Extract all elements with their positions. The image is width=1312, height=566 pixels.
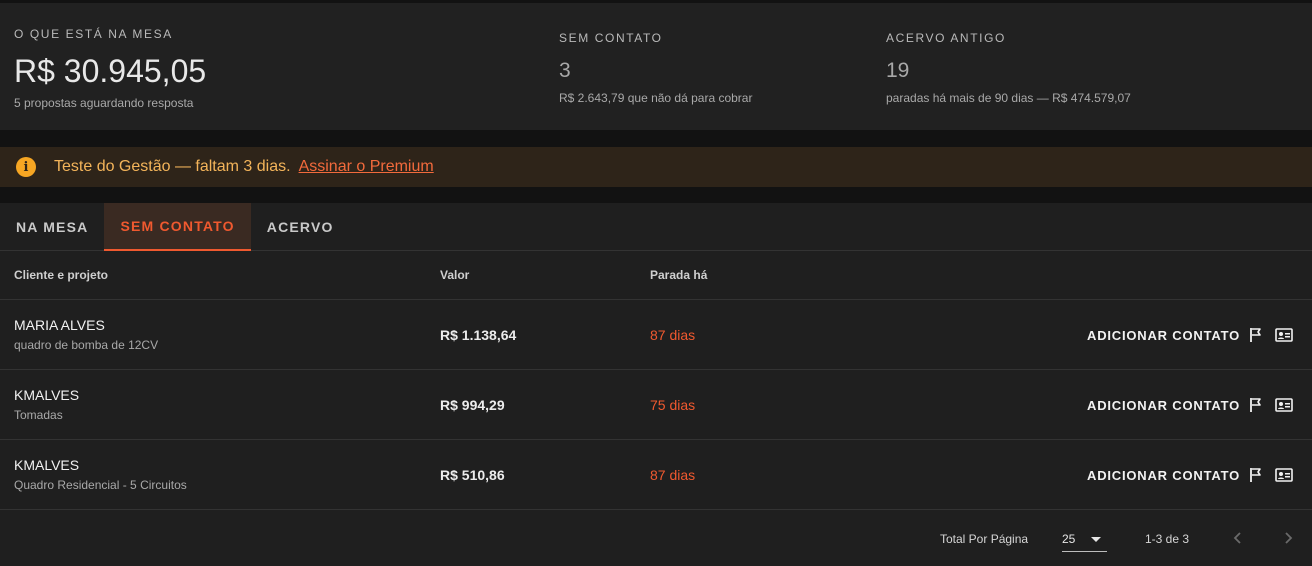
contact-card-icon[interactable] [1275, 467, 1293, 483]
table-row: KMALVES Quadro Residencial - 5 Circuitos… [0, 440, 1312, 510]
stat-sem-contato: SEM CONTATO 3 R$ 2.643,79 que não dá par… [559, 31, 752, 105]
stopped-days: 87 dias [650, 467, 696, 483]
chevron-right-icon[interactable] [1280, 530, 1296, 546]
proposal-value: R$ 1.138,64 [440, 327, 517, 343]
stat-subtext: R$ 2.643,79 que não dá para cobrar [559, 91, 753, 105]
column-header-stopped[interactable]: Parada há [650, 268, 707, 282]
pagination-bar: Total Por Página 25 1-3 de 3 [0, 510, 1312, 566]
flag-icon[interactable] [1249, 327, 1263, 343]
table-header: Cliente e projeto Valor Parada há [0, 251, 1312, 300]
stat-acervo-antigo: ACERVO ANTIGO 19 paradas há mais de 90 d… [886, 31, 1131, 105]
stat-subtext: paradas há mais de 90 dias — R$ 474.579,… [886, 91, 1131, 105]
table-row: MARIA ALVES quadro de bomba de 12CV R$ 1… [0, 300, 1312, 370]
stopped-days: 87 dias [650, 327, 696, 343]
stat-label: SEM CONTATO [559, 31, 663, 45]
column-header-value[interactable]: Valor [440, 268, 469, 282]
table-row: KMALVES Tomadas R$ 994,29 75 dias ADICIO… [0, 370, 1312, 440]
stat-value: 19 [886, 59, 910, 82]
tab-bar: NA MESA SEM CONTATO ACERVO [0, 203, 1312, 251]
project-name: quadro de bomba de 12CV [14, 338, 159, 352]
client-name: KMALVES [14, 457, 80, 473]
proposals-panel: NA MESA SEM CONTATO ACERVO Cliente e pro… [0, 203, 1312, 566]
flag-icon[interactable] [1249, 397, 1263, 413]
contact-card-icon[interactable] [1275, 327, 1293, 343]
add-contact-button[interactable]: ADICIONAR CONTATO [1087, 468, 1240, 483]
flag-icon[interactable] [1249, 467, 1263, 483]
contact-card-icon[interactable] [1275, 397, 1293, 413]
caret-down-icon [1091, 537, 1101, 542]
tab-na-mesa[interactable]: NA MESA [0, 203, 104, 251]
tab-sem-contato[interactable]: SEM CONTATO [104, 203, 251, 251]
banner-text: Teste do Gestão — faltam 3 dias. [54, 158, 291, 175]
summary-panel: O QUE ESTÁ NA MESA R$ 30.945,05 5 propos… [0, 3, 1312, 130]
page-range: 1-3 de 3 [1145, 532, 1190, 546]
stat-label: O QUE ESTÁ NA MESA [14, 27, 173, 41]
stat-value: R$ 30.945,05 [14, 53, 207, 89]
project-name: Tomadas [14, 408, 63, 422]
chevron-left-icon[interactable] [1230, 530, 1246, 546]
stat-na-mesa: O QUE ESTÁ NA MESA R$ 30.945,05 5 propos… [14, 27, 206, 110]
info-icon: i [16, 157, 36, 177]
premium-link[interactable]: Assinar o Premium [299, 158, 434, 176]
trial-banner: i Teste do Gestão — faltam 3 dias. Assin… [0, 147, 1312, 187]
proposal-value: R$ 510,86 [440, 467, 505, 483]
column-header-client[interactable]: Cliente e projeto [14, 268, 108, 282]
stopped-days: 75 dias [650, 397, 696, 413]
project-name: Quadro Residencial - 5 Circuitos [14, 478, 187, 492]
rows-per-page-value: 25 [1062, 532, 1076, 546]
stat-label: ACERVO ANTIGO [886, 31, 1006, 45]
add-contact-button[interactable]: ADICIONAR CONTATO [1087, 328, 1240, 343]
rows-per-page-label: Total Por Página [940, 532, 1029, 546]
tab-acervo[interactable]: ACERVO [251, 203, 350, 251]
rows-per-page-select[interactable]: 25 [1062, 528, 1107, 552]
proposal-value: R$ 994,29 [440, 397, 505, 413]
client-name: KMALVES [14, 387, 80, 403]
add-contact-button[interactable]: ADICIONAR CONTATO [1087, 398, 1240, 413]
stat-value: 3 [559, 59, 571, 82]
client-name: MARIA ALVES [14, 317, 105, 333]
stat-subtext: 5 propostas aguardando resposta [14, 96, 194, 110]
